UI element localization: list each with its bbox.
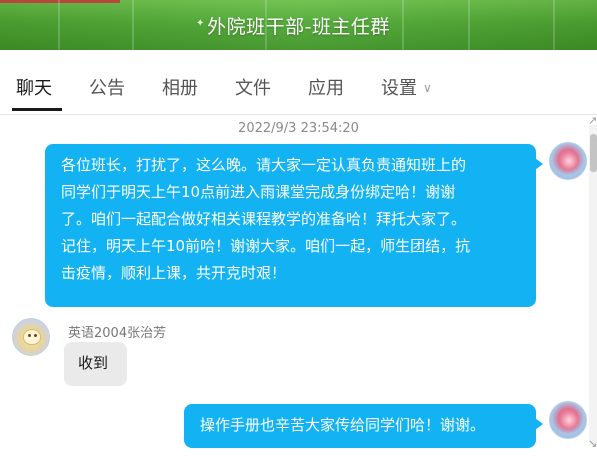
window-title: 外院班干部-班主任群 [207,16,390,38]
title-bar-accent [0,0,120,3]
message-text: 收到 [78,354,109,372]
tab-chat[interactable]: 聊天 [16,74,52,100]
flower-icon [559,410,579,430]
scrollbar-thumb[interactable] [590,134,597,172]
chat-window: ✦ 外院班干部-班主任群 聊天 公告 相册 文件 应用 设置 ∨ 2022/9/3… [0,0,597,457]
message-line: 各位班长，打扰了，这么晚。请大家一定认真负责通知班上的 [61,156,467,174]
tab-bar: 聊天 公告 相册 文件 应用 设置 ∨ [0,50,597,132]
tab-settings-label: 设置 [381,78,417,99]
cartoon-avatar[interactable] [12,318,50,356]
flower-avatar[interactable] [549,401,587,439]
message-timestamp: 2022/9/3 23:54:20 [238,121,359,136]
message-line: 击疫情，顺利上课，共开克时艰！ [61,264,287,282]
outgoing-message-bubble[interactable]: 操作手册也辛苦大家传给同学们哈！谢谢。 [184,404,543,448]
outgoing-message-bubble[interactable]: 各位班长，打扰了，这么晚。请大家一定认真负责通知班上的 同学们于明天上午10点前… [45,144,543,307]
message-list[interactable]: 2022/9/3 23:54:20 各位班长，打扰了，这么晚。请大家一定认真负责… [0,116,597,457]
message-line: 记住，明天上午10前哈！谢谢大家。咱们一起，师生团结，抗 [61,237,471,255]
message-line: 了。咱们一起配合做好相关课程教学的准备哈！拜托大家了。 [61,210,467,228]
tab-settings[interactable]: 设置 ∨ [381,74,432,100]
sender-name: 英语2004张治芳 [68,326,167,341]
flower-avatar[interactable] [549,142,587,180]
chevron-down-icon: ∨ [423,81,432,95]
tab-album[interactable]: 相册 [162,74,198,100]
message-text: 操作手册也辛苦大家传给同学们哈！谢谢。 [200,416,486,434]
eye-icon [34,334,37,337]
active-tab-indicator [12,108,62,111]
resize-arrow-icon[interactable]: ↗ [588,114,597,127]
incoming-message-bubble[interactable]: 收到 [64,342,127,386]
resize-arrow-icon[interactable]: ↘ [588,437,597,450]
message-line: 同学们于明天上午10点前进入雨课堂完成身份绑定哈！谢谢 [61,183,456,201]
tab-files[interactable]: 文件 [235,74,271,100]
flower-icon [559,151,579,171]
tab-announcements[interactable]: 公告 [89,74,125,100]
tab-apps[interactable]: 应用 [308,74,344,100]
eye-icon [28,334,31,337]
scrollbar-track[interactable] [589,125,597,445]
cartoon-face-icon [23,329,41,345]
title-bar[interactable]: ✦ 外院班干部-班主任群 [0,0,597,50]
